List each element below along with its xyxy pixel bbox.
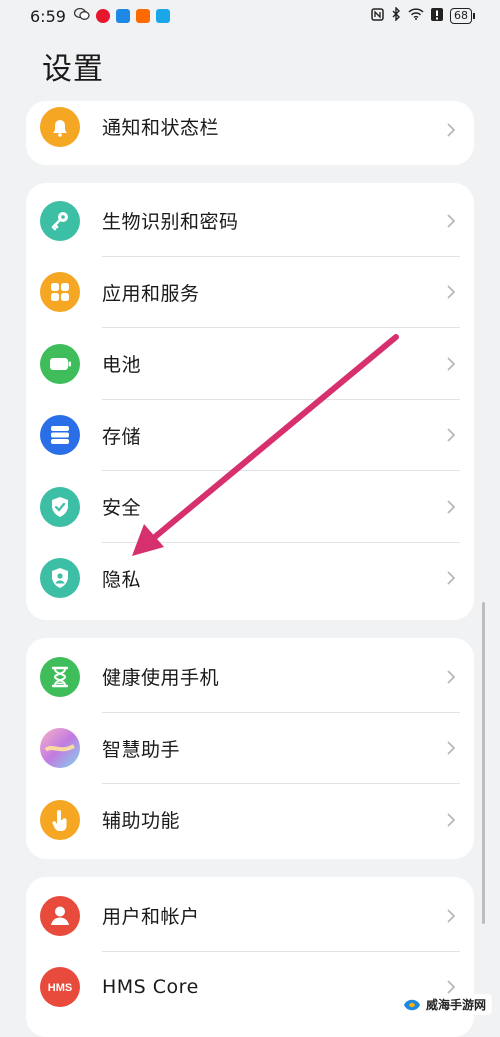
chevron-right-icon <box>447 909 456 923</box>
chevron-right-icon <box>447 214 456 228</box>
hourglass-icon <box>40 656 80 697</box>
apps-grid-icon <box>40 272 80 313</box>
settings-item-label: 存储 <box>102 425 142 448</box>
status-time: 6:59 <box>30 6 66 26</box>
settings-item-biometrics[interactable]: 生物识别和密码 <box>26 185 474 257</box>
key-icon <box>40 200 80 241</box>
settings-item-notifications[interactable]: 通知和状态栏 <box>26 101 474 165</box>
page-title: 设置 <box>42 52 104 87</box>
svg-text:HMS: HMS <box>48 982 72 994</box>
alert-icon <box>431 7 443 25</box>
settings-item-label: 电池 <box>102 354 142 377</box>
settings-group-notifications: 通知和状态栏 <box>26 101 474 165</box>
browser-icon <box>155 9 170 23</box>
chevron-right-icon <box>447 285 456 299</box>
wifi-icon <box>408 8 424 24</box>
nfc-icon <box>371 7 384 25</box>
settings-item-label: 通知和状态栏 <box>102 117 220 139</box>
taobao-icon <box>135 9 150 23</box>
watermark-text: 威海手游网 <box>425 998 486 1012</box>
settings-item-users-accounts[interactable]: 用户和帐户 <box>26 880 474 952</box>
settings-item-label: 智慧助手 <box>102 738 181 761</box>
settings-item-label: 用户和帐户 <box>102 906 200 929</box>
chevron-right-icon <box>447 813 456 827</box>
settings-group-assist: 健康使用手机 智慧助手 辅助功能 <box>26 638 474 859</box>
chevron-right-icon <box>447 571 456 585</box>
chevron-right-icon <box>447 741 456 755</box>
storage-icon <box>40 415 80 456</box>
bell-icon <box>40 107 80 147</box>
chevron-right-icon <box>447 123 456 137</box>
status-bar: 6:59 68 <box>0 0 500 32</box>
assistant-orb-icon <box>40 728 80 769</box>
settings-item-label: 隐私 <box>102 568 142 591</box>
scrollbar[interactable] <box>482 602 485 924</box>
settings-item-label: HMS Core <box>102 976 199 999</box>
shield-check-icon <box>40 486 80 527</box>
settings-item-apps-services[interactable]: 应用和服务 <box>26 257 474 328</box>
app-notification-icon <box>115 9 130 23</box>
settings-item-label: 生物识别和密码 <box>102 211 239 234</box>
settings-item-storage[interactable]: 存储 <box>26 400 474 471</box>
watermark-logo-icon <box>403 999 420 1010</box>
user-icon <box>40 895 80 936</box>
chevron-right-icon <box>447 670 456 684</box>
status-right: 68 <box>371 6 475 25</box>
wechat-icon <box>73 7 90 25</box>
settings-item-smart-assistant[interactable]: 智慧助手 <box>26 713 474 784</box>
chevron-right-icon <box>447 357 456 371</box>
chevron-right-icon <box>447 428 456 442</box>
settings-item-privacy[interactable]: 隐私 <box>26 543 474 615</box>
hand-icon <box>40 799 80 840</box>
settings-item-label: 辅助功能 <box>102 810 181 833</box>
bluetooth-icon <box>391 6 401 25</box>
settings-item-digital-balance[interactable]: 健康使用手机 <box>26 641 474 713</box>
status-left: 6:59 <box>30 7 170 26</box>
battery-level: 68 <box>450 8 475 24</box>
watermark: 威海手游网 <box>397 994 492 1015</box>
settings-item-label: 应用和服务 <box>102 282 200 305</box>
settings-item-accessibility[interactable]: 辅助功能 <box>26 784 474 856</box>
settings-group-system: 生物识别和密码 应用和服务 电池 存储 安全 隐私 <box>26 183 474 620</box>
settings-item-security[interactable]: 安全 <box>26 471 474 543</box>
hms-icon: HMS <box>40 967 80 1008</box>
settings-item-battery[interactable]: 电池 <box>26 328 474 400</box>
battery-icon <box>40 343 80 384</box>
weibo-icon <box>95 9 110 23</box>
privacy-shield-icon <box>40 558 80 599</box>
settings-item-label: 健康使用手机 <box>102 667 220 690</box>
chevron-right-icon <box>447 500 456 514</box>
settings-item-label: 安全 <box>102 497 142 520</box>
